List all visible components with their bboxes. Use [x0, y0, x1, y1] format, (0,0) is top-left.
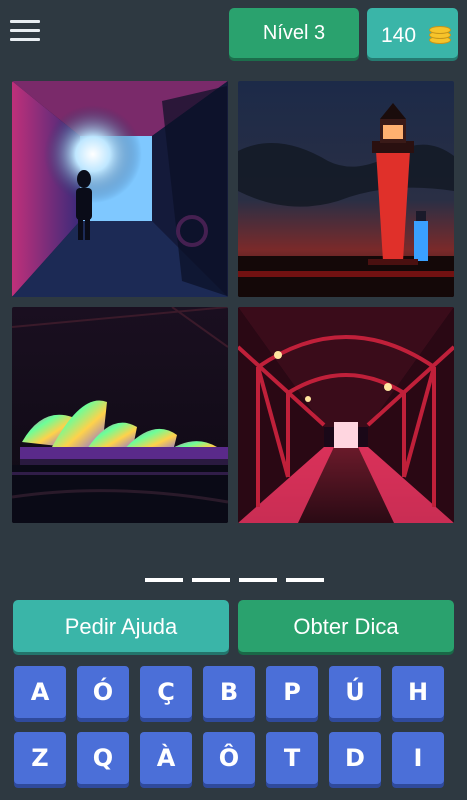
letter-key[interactable]: À [140, 732, 192, 784]
photo-opera-house [12, 307, 228, 523]
letter-key[interactable]: A [14, 666, 66, 718]
game-screen: Nível 3 140 Pedir Ajuda Obter Dica A Ó Ç… [0, 0, 467, 800]
letter-key[interactable]: P [266, 666, 318, 718]
letter-key[interactable]: Q [77, 732, 129, 784]
level-badge: Nível 3 [229, 8, 359, 58]
coins-badge[interactable]: 140 [367, 8, 458, 58]
photo-lighthouse [238, 81, 454, 297]
letter-key[interactable]: Ô [203, 732, 255, 784]
letter-key[interactable]: Ç [140, 666, 192, 718]
answer-slots [145, 578, 325, 586]
ask-help-button[interactable]: Pedir Ajuda [13, 600, 229, 652]
letter-key[interactable]: T [266, 732, 318, 784]
letter-key[interactable]: D [329, 732, 381, 784]
letter-key[interactable]: Z [14, 732, 66, 784]
letter-key[interactable]: H [392, 666, 444, 718]
answer-slot[interactable] [239, 578, 277, 582]
letter-key[interactable]: I [392, 732, 444, 784]
answer-slot[interactable] [145, 578, 183, 582]
letter-key[interactable]: Ó [77, 666, 129, 718]
coin-count: 140 [381, 24, 417, 47]
answer-slot[interactable] [286, 578, 324, 582]
answer-slot[interactable] [192, 578, 230, 582]
get-hint-button[interactable]: Obter Dica [238, 600, 454, 652]
letter-key[interactable]: Ú [329, 666, 381, 718]
letter-key[interactable]: B [203, 666, 255, 718]
hamburger-menu-icon[interactable] [10, 20, 40, 46]
coin-stack-icon [429, 24, 451, 44]
photo-tunnel [12, 81, 228, 297]
photo-bridge [238, 307, 454, 523]
